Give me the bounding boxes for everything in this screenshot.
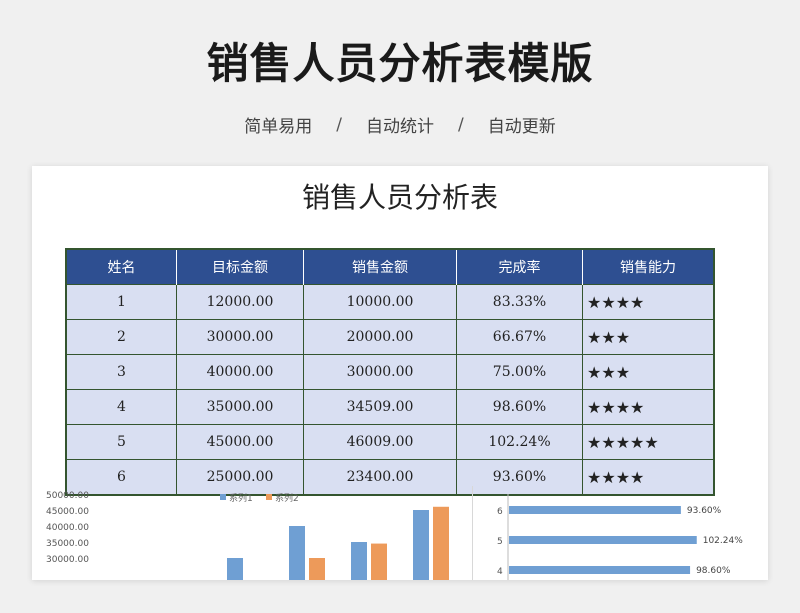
legend-swatch bbox=[220, 494, 226, 500]
cell-name: 5 bbox=[65, 424, 177, 460]
column-bar bbox=[309, 558, 325, 580]
data-label: 102.24% bbox=[703, 536, 743, 546]
y-tick-label: 45000.00 bbox=[46, 507, 89, 517]
column-header-name: 姓名 bbox=[66, 249, 177, 285]
column-header-target: 目标金额 bbox=[176, 249, 304, 285]
y-tick-label: 40000.00 bbox=[46, 523, 89, 533]
y-tick-label: 30000.00 bbox=[46, 555, 89, 565]
cell-stars: ★★★ bbox=[582, 319, 715, 355]
tag-separator: / bbox=[458, 114, 464, 135]
cell-rate: 98.60% bbox=[456, 389, 583, 425]
table-row: 2 30000.00 20000.00 66.67% ★★★ bbox=[65, 319, 715, 355]
legend-label: 系列1 bbox=[229, 492, 253, 504]
table-row: 3 40000.00 30000.00 75.00% ★★★ bbox=[65, 354, 715, 390]
cell-name: 1 bbox=[65, 284, 177, 320]
column-header-ability: 销售能力 bbox=[582, 249, 714, 285]
cell-target: 45000.00 bbox=[176, 424, 304, 460]
sales-table: 姓名 目标金额 销售金额 完成率 销售能力 1 12000.00 10000.0… bbox=[65, 248, 715, 496]
cell-rate: 75.00% bbox=[456, 354, 583, 390]
cell-target: 35000.00 bbox=[176, 389, 304, 425]
y-tick-label: 35000.00 bbox=[46, 539, 89, 549]
tag-easy: 简单易用 bbox=[244, 117, 313, 137]
y-tick-label: 50000.00 bbox=[46, 491, 89, 501]
column-bar bbox=[351, 542, 367, 580]
table-row: 5 45000.00 46009.00 102.24% ★★★★★ bbox=[65, 424, 715, 460]
column-bar bbox=[289, 526, 305, 580]
cell-target: 12000.00 bbox=[176, 284, 304, 320]
cell-rate: 102.24% bbox=[456, 424, 583, 460]
cell-rate: 66.67% bbox=[456, 319, 583, 355]
column-chart: 50000.00 45000.00 40000.00 35000.00 30000.00… bbox=[46, 491, 449, 580]
column-header-sales: 销售金额 bbox=[303, 249, 457, 285]
column-header-rate: 完成率 bbox=[456, 249, 583, 285]
cell-name: 3 bbox=[65, 354, 177, 390]
table-row: 1 12000.00 10000.00 83.33% ★★★★ bbox=[65, 284, 715, 320]
cell-sales: 20000.00 bbox=[303, 319, 457, 355]
category-label: 4 bbox=[497, 567, 503, 577]
cell-stars: ★★★ bbox=[582, 354, 715, 390]
tag-auto-stat: 自动统计 bbox=[366, 117, 434, 137]
page-title: 销售人员分析表模版 bbox=[206, 39, 594, 88]
cell-sales: 30000.00 bbox=[303, 354, 457, 390]
cell-target: 30000.00 bbox=[176, 319, 304, 355]
cell-rate: 83.33% bbox=[456, 284, 583, 320]
column-bar bbox=[413, 510, 429, 580]
cell-name: 2 bbox=[65, 319, 177, 355]
cell-stars: ★★★★ bbox=[582, 389, 715, 425]
column-bar bbox=[433, 506, 449, 580]
cell-sales: 46009.00 bbox=[303, 424, 457, 460]
tag-auto-update: 自动更新 bbox=[487, 117, 556, 137]
spreadsheet-preview: 销售人员分析表 姓名 目标金额 销售金额 完成率 销售能力 1 12000.00… bbox=[32, 166, 768, 580]
column-bar bbox=[371, 543, 387, 580]
completion-bar bbox=[509, 506, 681, 514]
cell-stars: ★★★★★ bbox=[582, 424, 715, 460]
category-label: 6 bbox=[497, 507, 503, 517]
cell-target: 40000.00 bbox=[176, 354, 304, 390]
table-header-row: 姓名 目标金额 销售金额 完成率 销售能力 bbox=[66, 249, 714, 285]
sheet-title: 销售人员分析表 bbox=[301, 181, 498, 214]
tag-separator: / bbox=[336, 114, 342, 135]
category-label: 5 bbox=[497, 537, 503, 547]
data-label: 93.60% bbox=[687, 506, 722, 516]
cell-name: 4 bbox=[65, 389, 177, 425]
column-bar bbox=[227, 558, 243, 580]
legend-swatch bbox=[266, 494, 272, 500]
cell-stars: ★★★★ bbox=[582, 284, 715, 320]
legend-label: 系列2 bbox=[275, 492, 299, 504]
completion-bar-chart: 6 93.60% 5 102.24% 4 98.60% bbox=[497, 494, 743, 580]
completion-bar bbox=[509, 566, 691, 574]
table-row: 4 35000.00 34509.00 98.60% ★★★★ bbox=[65, 389, 715, 425]
feature-tags: 简单易用 / 自动统计 / 自动更新 bbox=[0, 112, 800, 138]
completion-bar bbox=[509, 536, 697, 544]
cell-sales: 34509.00 bbox=[303, 389, 457, 425]
cell-sales: 10000.00 bbox=[303, 284, 457, 320]
data-label: 98.60% bbox=[696, 566, 731, 576]
